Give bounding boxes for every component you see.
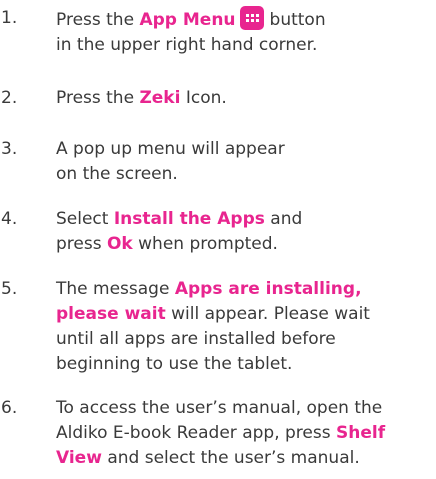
step-text: The message Apps are installing, please … xyxy=(56,277,436,377)
step-number: 1. xyxy=(1,8,18,28)
step-line: To access the user’s manual, open the xyxy=(56,398,383,418)
highlight-shelf: Shelf xyxy=(336,423,386,443)
step-line: Press the Zeki Icon. xyxy=(56,86,436,111)
text-segment: will appear. Please wait xyxy=(165,304,370,324)
highlight-view: View xyxy=(56,448,102,468)
step-line: The message Apps are installing, xyxy=(56,277,436,302)
step-number: 6. xyxy=(1,398,18,418)
step-line: Press the App Menu button xyxy=(56,6,436,33)
step-number: 2. xyxy=(1,88,18,108)
text-segment: Press the xyxy=(56,10,140,30)
step-line: Aldiko E-book Reader app, press Shelf xyxy=(56,421,436,446)
step-number: 5. xyxy=(1,279,18,299)
highlight-app-menu: App Menu xyxy=(139,10,236,30)
text-segment: Select xyxy=(56,209,114,229)
text-segment: Aldiko E-book Reader app, press xyxy=(56,423,336,443)
step-text: Press the App Menu button in the upper ri… xyxy=(56,6,436,58)
text-segment: Icon. xyxy=(180,88,227,108)
step-number: 4. xyxy=(1,209,18,229)
highlight-apps-installing: Apps are installing, xyxy=(174,279,362,299)
highlight-install-apps: Install the Apps xyxy=(113,209,265,229)
step-line: A pop up menu will appear xyxy=(56,139,285,159)
step-line: beginning to use the tablet. xyxy=(56,354,293,374)
step-line: until all apps are installed before xyxy=(56,329,336,349)
step-line: Select Install the Apps and xyxy=(56,207,436,232)
highlight-please-wait: please wait xyxy=(56,304,166,324)
text-segment: The message xyxy=(56,279,175,299)
app-menu-grid-icon xyxy=(239,6,264,30)
step-text: Press the Zeki Icon. xyxy=(56,86,436,111)
highlight-ok: Ok xyxy=(106,234,133,254)
step-line: please wait will appear. Please wait xyxy=(56,302,436,327)
step-line: in the upper right hand corner. xyxy=(56,35,318,55)
text-segment: button xyxy=(269,10,326,30)
step-text: To access the user’s manual, open the Al… xyxy=(56,396,436,471)
step-text: A pop up menu will appear on the screen. xyxy=(56,137,436,187)
step-line: on the screen. xyxy=(56,164,178,184)
step-line: View and select the user’s manual. xyxy=(56,446,436,471)
text-segment: and select the user’s manual. xyxy=(101,448,360,468)
step-line: press Ok when prompted. xyxy=(56,232,436,257)
text-segment: when prompted. xyxy=(132,234,278,254)
text-segment: Press the xyxy=(56,88,140,108)
step-text: Select Install the Apps and press Ok whe… xyxy=(56,207,436,257)
text-segment: and xyxy=(264,209,303,229)
step-number: 3. xyxy=(1,139,18,159)
text-segment: press xyxy=(56,234,107,254)
highlight-zeki: Zeki xyxy=(139,88,181,108)
